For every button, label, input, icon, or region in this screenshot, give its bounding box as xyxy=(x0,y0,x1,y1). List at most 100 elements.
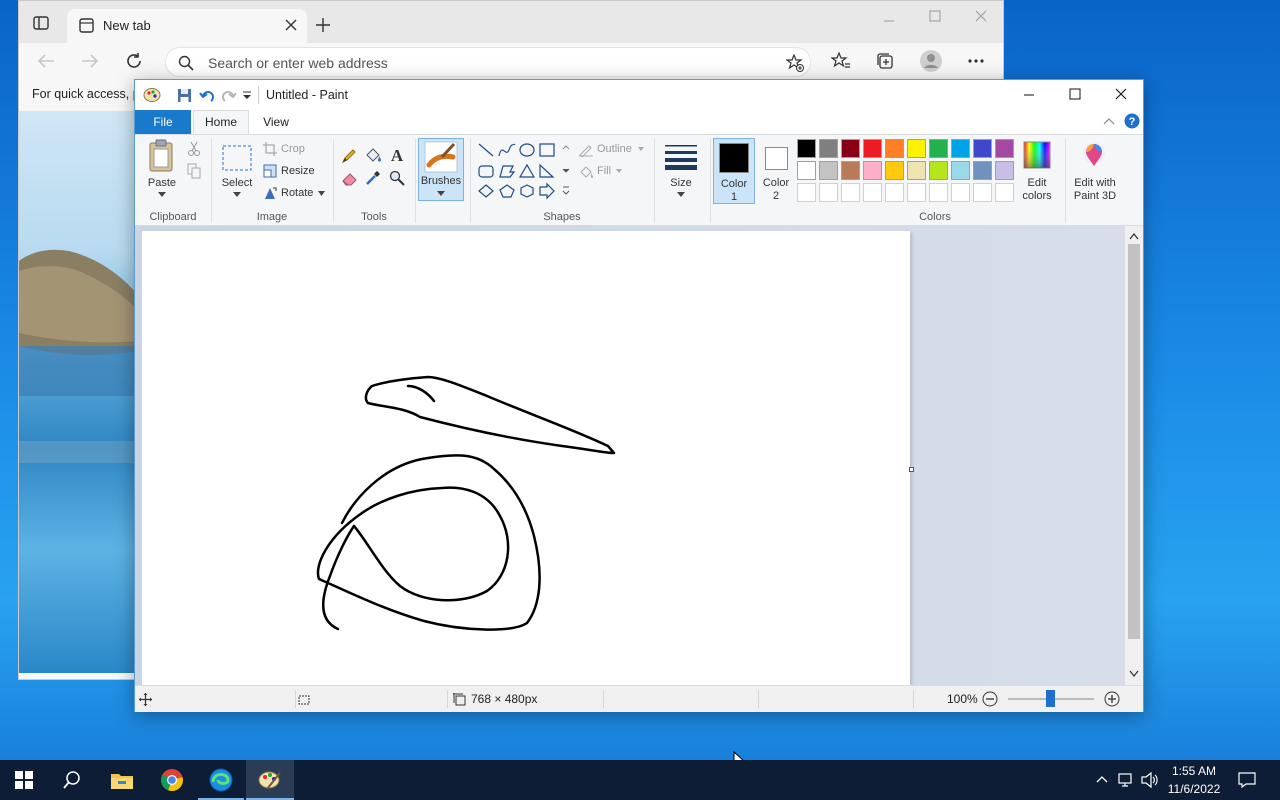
zoom-slider-thumb[interactable] xyxy=(1046,690,1055,707)
palette-swatch[interactable] xyxy=(863,139,882,158)
outline-icon[interactable] xyxy=(578,143,594,157)
palette-swatch[interactable] xyxy=(995,161,1014,180)
color-picker-icon[interactable] xyxy=(365,170,381,186)
cut-icon[interactable] xyxy=(187,141,201,157)
address-bar[interactable]: Search or enter web address xyxy=(165,47,811,77)
zoom-out-icon[interactable] xyxy=(982,691,998,707)
volume-icon[interactable] xyxy=(1141,772,1159,788)
new-tab-button[interactable] xyxy=(315,17,331,33)
chrome-icon[interactable] xyxy=(148,760,196,800)
tab-view[interactable]: View xyxy=(251,110,301,134)
palette-swatch[interactable] xyxy=(819,139,838,158)
edge-minimize-icon[interactable] xyxy=(883,15,895,27)
paste-button-label[interactable]: Paste xyxy=(147,177,177,190)
palette-swatch[interactable] xyxy=(885,139,904,158)
undo-icon[interactable] xyxy=(199,88,215,103)
select-button-label[interactable]: Select xyxy=(217,177,257,190)
palette-swatch[interactable] xyxy=(951,161,970,180)
crop-button-label[interactable]: Crop xyxy=(281,143,305,156)
paint-app-icon[interactable] xyxy=(143,87,161,103)
palette-swatch[interactable] xyxy=(951,139,970,158)
fill-with-color-icon[interactable] xyxy=(364,147,382,164)
paint-maximize-icon[interactable] xyxy=(1069,88,1081,100)
add-favorite-icon[interactable] xyxy=(786,54,804,72)
custom-color-slot[interactable] xyxy=(951,183,970,202)
profile-avatar[interactable] xyxy=(919,49,943,73)
shapes-scroll-icon[interactable] xyxy=(561,141,571,201)
outline-label[interactable]: Outline xyxy=(597,143,632,156)
custom-color-slot[interactable] xyxy=(841,183,860,202)
select-icon[interactable] xyxy=(222,145,252,171)
more-options-icon[interactable] xyxy=(967,53,985,69)
browser-tab[interactable]: New tab xyxy=(67,9,307,43)
palette-swatch[interactable] xyxy=(885,161,904,180)
custom-color-slot[interactable] xyxy=(863,183,882,202)
tab-actions-icon[interactable] xyxy=(33,15,49,31)
palette-swatch[interactable] xyxy=(929,161,948,180)
quick-access-dropdown-icon[interactable] xyxy=(242,91,252,101)
resize-icon[interactable] xyxy=(263,164,277,178)
paint-close-icon[interactable] xyxy=(1115,88,1127,100)
shapes-gallery[interactable] xyxy=(476,141,562,203)
custom-color-slot[interactable] xyxy=(907,183,926,202)
color1-button[interactable]: Color 1 xyxy=(713,138,755,204)
scroll-up-icon[interactable] xyxy=(1129,232,1139,240)
custom-color-slot[interactable] xyxy=(995,183,1014,202)
color2-button[interactable]: Color 2 xyxy=(757,138,795,204)
palette-swatch[interactable] xyxy=(929,139,948,158)
tab-home[interactable]: Home xyxy=(193,110,249,134)
scroll-thumb[interactable] xyxy=(1128,244,1140,639)
edit-colors-icon[interactable] xyxy=(1023,141,1051,169)
show-hidden-icons-icon[interactable] xyxy=(1096,774,1108,784)
custom-color-slot[interactable] xyxy=(973,183,992,202)
pencil-icon[interactable] xyxy=(341,148,357,164)
fill-icon[interactable] xyxy=(578,165,594,179)
eraser-icon[interactable] xyxy=(341,171,358,186)
close-tab-icon[interactable] xyxy=(285,19,297,31)
rotate-icon[interactable] xyxy=(263,186,277,200)
scroll-down-icon[interactable] xyxy=(1129,670,1139,678)
collapse-ribbon-icon[interactable] xyxy=(1103,116,1115,126)
size-dropdown-icon[interactable] xyxy=(677,192,685,197)
taskbar-search-icon[interactable] xyxy=(48,760,96,800)
save-icon[interactable] xyxy=(177,88,192,103)
paint-minimize-icon[interactable] xyxy=(1023,89,1035,101)
brushes-button[interactable]: Brushes xyxy=(418,138,464,201)
paint3d-label-line1[interactable]: Edit with xyxy=(1067,177,1123,190)
palette-swatch[interactable] xyxy=(863,161,882,180)
palette-swatch[interactable] xyxy=(907,139,926,158)
clock-date[interactable]: 11/6/2022 xyxy=(1164,782,1224,796)
size-icon[interactable] xyxy=(664,143,698,171)
start-button[interactable] xyxy=(0,760,48,800)
custom-color-slot[interactable] xyxy=(929,183,948,202)
custom-color-slot[interactable] xyxy=(885,183,904,202)
palette-swatch[interactable] xyxy=(907,161,926,180)
outline-dropdown-icon[interactable] xyxy=(638,147,644,151)
rotate-button-label[interactable]: Rotate xyxy=(281,187,313,200)
palette-swatch[interactable] xyxy=(973,139,992,158)
tab-file[interactable]: File xyxy=(135,110,191,134)
vertical-scrollbar[interactable] xyxy=(1125,226,1143,685)
copy-icon[interactable] xyxy=(187,163,201,179)
refresh-icon[interactable] xyxy=(125,52,143,70)
palette-swatch[interactable] xyxy=(995,139,1014,158)
notifications-icon[interactable] xyxy=(1238,772,1256,788)
palette-swatch[interactable] xyxy=(819,161,838,180)
magnifier-icon[interactable] xyxy=(389,170,405,186)
crop-icon[interactable] xyxy=(263,142,277,156)
custom-color-slot[interactable] xyxy=(797,183,816,202)
edit-colors-label[interactable]: Edit colors xyxy=(1015,177,1059,203)
paint-taskbar-icon[interactable] xyxy=(246,760,294,800)
palette-swatch[interactable] xyxy=(797,161,816,180)
forward-icon[interactable] xyxy=(81,53,99,69)
favorites-icon[interactable] xyxy=(831,52,851,70)
resize-button-label[interactable]: Resize xyxy=(281,165,315,178)
canvas-resize-handle[interactable] xyxy=(909,467,914,472)
network-icon[interactable] xyxy=(1118,772,1136,788)
paste-dropdown-icon[interactable] xyxy=(158,192,166,197)
edge-taskbar-icon[interactable] xyxy=(197,760,245,800)
palette-swatch[interactable] xyxy=(797,139,816,158)
palette-swatch[interactable] xyxy=(841,161,860,180)
paint3d-icon[interactable] xyxy=(1080,140,1108,170)
back-icon[interactable] xyxy=(37,53,55,69)
